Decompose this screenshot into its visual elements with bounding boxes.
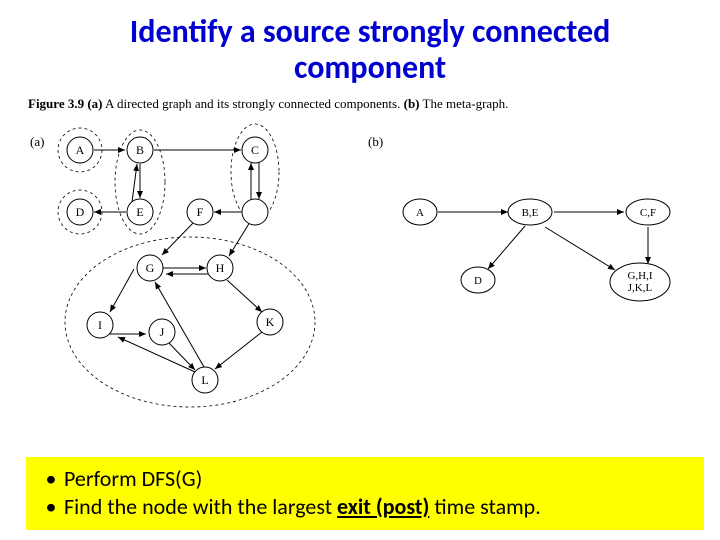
bullet-dot-icon: • [38,493,64,521]
figure-area: (a) (b) [0,112,720,432]
bullet-1-text: Perform DFS(G) [64,465,202,493]
scc-boundaries [58,124,315,407]
caption-prefix: Figure 3.9 (a) [28,96,103,111]
figure-caption: Figure 3.9 (a) A directed graph and its … [0,92,720,112]
graph-b-nodes: A B,E C,F D G,H,I J,K,L [403,199,670,301]
node-g: G [146,261,155,275]
slide-title: Identify a source strongly connected com… [0,0,720,92]
bullet-box: • Perform DFS(G) • Find the node with th… [26,457,704,530]
node-h: H [216,261,225,275]
meta-ghi: G,H,I [627,270,652,282]
meta-jkl: J,K,L [628,282,653,294]
meta-cf: C,F [640,207,656,219]
graph-a-edges [94,150,262,372]
diagram-svg: A B C D E F G H I J K L A B,E C,F D [0,112,720,442]
caption-a: A directed graph and its strongly connec… [103,96,404,111]
node-f: F [197,205,204,219]
meta-d: D [474,275,482,287]
caption-b-prefix: (b) [404,96,420,111]
title-line2: component [294,48,446,87]
node-a: A [76,143,85,157]
title-line1: Identify a source strongly connected [130,12,610,51]
bullet-dot-icon: • [38,465,64,493]
node-e: E [136,205,143,219]
bullet-1: • Perform DFS(G) [38,465,692,493]
bullet-2-emph: exit (post) [337,493,429,520]
node-j: J [160,325,165,339]
node-l: L [201,373,208,387]
bullet-2: • Find the node with the largest exit (p… [38,493,692,521]
meta-be: B,E [522,207,539,219]
node-c: C [251,143,259,157]
node-k: K [266,315,275,329]
meta-a: A [416,207,424,219]
node-b: B [136,143,144,157]
caption-b: The meta-graph. [420,96,509,111]
bullet-2-text: Find the node with the largest exit (pos… [64,493,541,521]
node-i: I [98,318,102,332]
node-d: D [76,205,85,219]
